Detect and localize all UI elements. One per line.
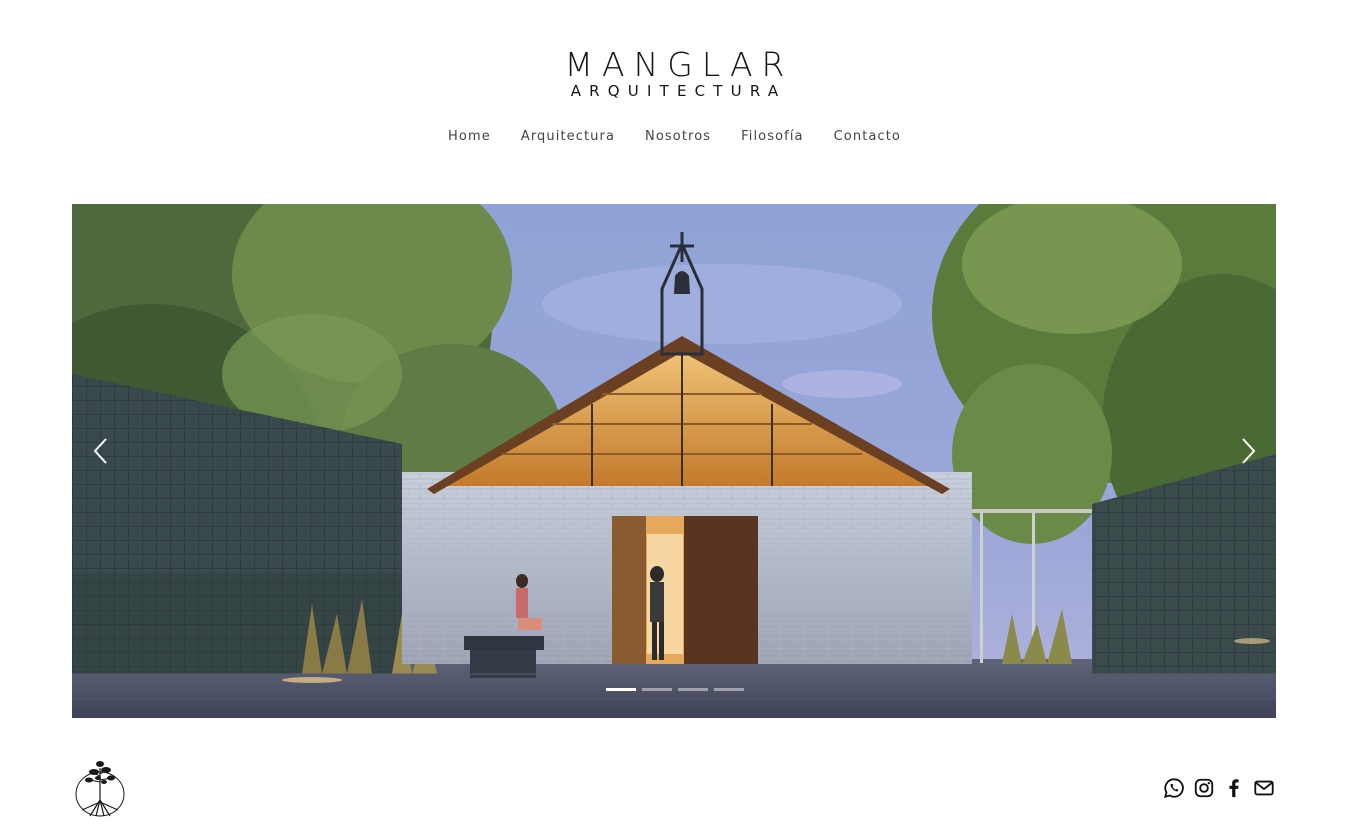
nav-item-nosotros[interactable]: Nosotros [645, 129, 711, 144]
site-logo[interactable]: MANGLAR ARQUITECTURA [0, 45, 1349, 100]
nav-item-arquitectura[interactable]: Arquitectura [521, 129, 615, 144]
hero-slider[interactable] [72, 204, 1276, 718]
nav-item-home[interactable]: Home [448, 129, 491, 144]
slider-dot-3[interactable] [678, 688, 708, 691]
logo-tagline: ARQUITECTURA [570, 82, 787, 100]
slider-dot-4[interactable] [714, 688, 744, 691]
logo-wordmark: MANGLAR [564, 45, 794, 84]
chevron-right-icon[interactable] [1233, 431, 1263, 471]
main-nav: Home Arquitectura Nosotros Filosofía Con… [0, 129, 1349, 144]
slide-image-chapel [72, 204, 1276, 718]
instagram-icon[interactable] [1193, 777, 1215, 799]
slider-pagination [606, 688, 750, 692]
whatsapp-icon[interactable] [1163, 777, 1185, 799]
nav-item-filosofia[interactable]: Filosofía [741, 129, 804, 144]
slider-dot-2[interactable] [642, 688, 672, 691]
nav-item-contacto[interactable]: Contacto [834, 129, 901, 144]
slider-dot-1[interactable] [606, 688, 636, 691]
chevron-left-icon[interactable] [86, 431, 116, 471]
email-icon[interactable] [1253, 777, 1275, 799]
facebook-icon[interactable] [1223, 777, 1245, 799]
mangrove-tree-icon[interactable] [74, 758, 126, 818]
